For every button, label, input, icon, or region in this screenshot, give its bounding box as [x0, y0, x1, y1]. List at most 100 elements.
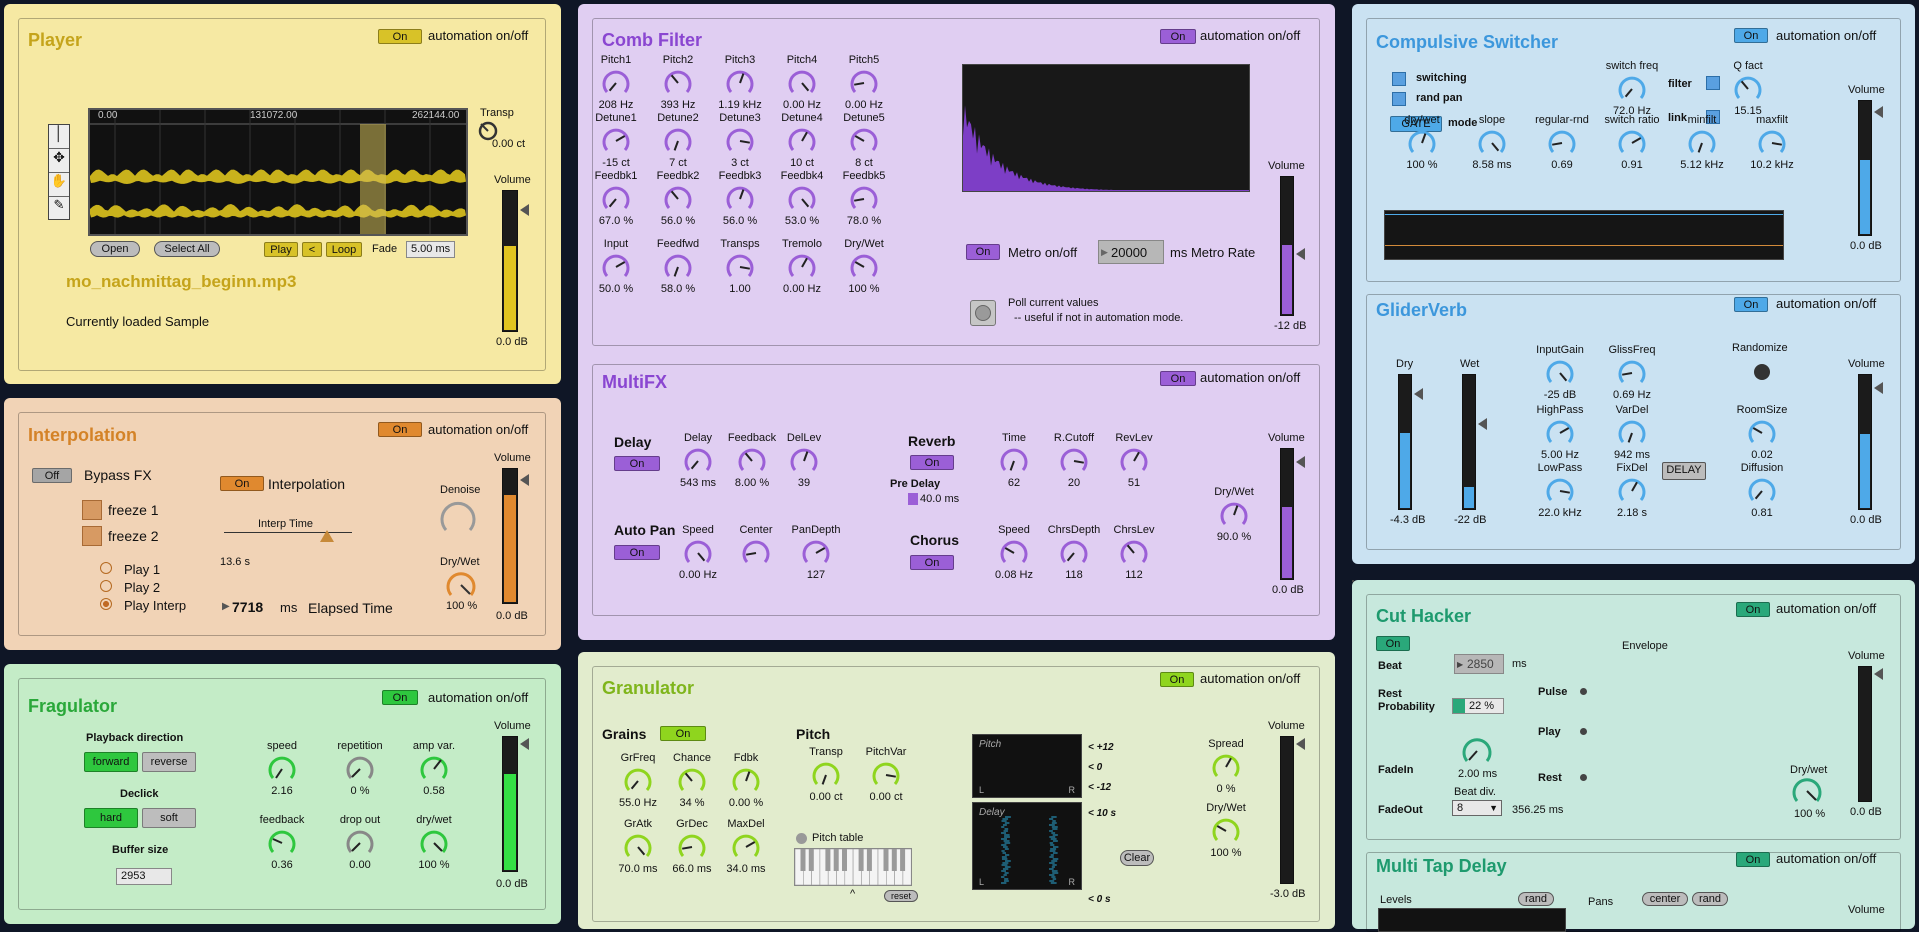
wet-slider[interactable] — [1478, 418, 1487, 430]
gran-volume-slider[interactable] — [1296, 738, 1305, 750]
multifx-knob-12[interactable]: Dry/Wet 90.0 % — [1190, 486, 1278, 544]
select-tool-icon[interactable]: │ — [49, 125, 69, 149]
knob-dial-icon[interactable] — [1219, 500, 1249, 530]
beat-input[interactable]: ▶ 2850 — [1454, 654, 1504, 674]
knob-dial-icon[interactable] — [1477, 128, 1507, 158]
feedback-knob-icon[interactable] — [267, 828, 297, 858]
multifx-volume-slider[interactable] — [1296, 456, 1305, 468]
knob-dial-icon[interactable] — [1211, 752, 1241, 782]
player-volume-meter[interactable] — [502, 190, 518, 332]
comb-knob-r2c4[interactable]: Feedbk5 78.0 % — [820, 170, 908, 228]
glider-knob-3[interactable]: VarDel 942 ms — [1588, 404, 1676, 462]
freeze1-toggle[interactable] — [82, 500, 102, 520]
levels-display[interactable] — [1378, 908, 1566, 932]
back-button[interactable]: < — [302, 242, 322, 257]
fadein-knob[interactable] — [1460, 734, 1494, 768]
play-interp-radio[interactable] — [100, 598, 112, 610]
knob-dial-icon[interactable] — [1733, 74, 1763, 104]
interpolation-toggle[interactable]: On — [220, 476, 264, 491]
dry-slider[interactable] — [1414, 388, 1423, 400]
knob-dial-icon[interactable] — [601, 252, 631, 282]
comb-automation-toggle[interactable]: On — [1160, 29, 1196, 44]
granulator-automation-toggle[interactable]: On — [1160, 672, 1194, 687]
fragulator-knob-speed[interactable]: speed 2.16 — [238, 740, 326, 798]
multifx-knob-2[interactable]: DelLev 39 — [760, 432, 848, 490]
clear-button[interactable]: Clear — [1120, 850, 1154, 866]
cuthacker-on-toggle[interactable]: On — [1376, 636, 1410, 651]
wet-meter[interactable] — [1462, 374, 1476, 510]
dry-meter[interactable] — [1398, 374, 1412, 510]
bypass-toggle[interactable]: Off — [32, 468, 72, 483]
loop-button[interactable]: Loop — [326, 242, 362, 257]
waveform-display[interactable]: 0.00 131072.00 262144.00 — [88, 108, 468, 236]
knob-dial-icon[interactable] — [1747, 418, 1777, 448]
knob-dial-icon[interactable] — [601, 68, 631, 98]
granulator-knob-2[interactable]: Fdbk 0.00 % — [702, 752, 790, 810]
knob-dial-icon[interactable] — [725, 252, 755, 282]
knob-dial-icon[interactable] — [1119, 446, 1149, 476]
knob-dial-icon[interactable] — [787, 184, 817, 214]
comb-volume-meter[interactable] — [1280, 176, 1294, 316]
multifx-volume-meter[interactable] — [1280, 448, 1294, 580]
open-button[interactable]: Open — [90, 241, 140, 257]
metro-toggle[interactable]: On — [966, 244, 1000, 260]
knob-dial-icon[interactable] — [1757, 128, 1787, 158]
knob-dial-icon[interactable] — [1059, 446, 1089, 476]
knob-dial-icon[interactable] — [999, 446, 1029, 476]
metro-rate-box[interactable]: ▶ 20000 — [1098, 240, 1164, 264]
knob-dial-icon[interactable] — [999, 538, 1029, 568]
knob-dial-icon[interactable] — [787, 126, 817, 156]
glider-volume-meter[interactable] — [1858, 374, 1872, 510]
player-volume-slider[interactable] — [520, 204, 529, 216]
fragulator-knob-feedback[interactable]: feedback 0.36 — [238, 814, 326, 872]
knob-dial-icon[interactable] — [1545, 418, 1575, 448]
multifx-knob-8[interactable]: RevLev 51 — [1090, 432, 1178, 490]
knob-dial-icon[interactable] — [787, 68, 817, 98]
reverse-button[interactable]: reverse — [142, 752, 196, 772]
knob-dial-icon[interactable] — [1059, 538, 1089, 568]
knob-dial-icon[interactable] — [1747, 476, 1777, 506]
knob-dial-icon[interactable] — [1545, 476, 1575, 506]
knob-dial-icon[interactable] — [849, 68, 879, 98]
switching-checkbox[interactable] — [1392, 72, 1406, 86]
multitap-automation-toggle[interactable]: On — [1736, 852, 1770, 867]
knob-dial-icon[interactable] — [871, 760, 901, 790]
randomize-button[interactable] — [1754, 364, 1770, 380]
knob-dial-icon[interactable] — [731, 766, 761, 796]
drop-out-knob-icon[interactable] — [345, 828, 375, 858]
glider-knob-7[interactable]: Diffusion 0.81 — [1718, 462, 1806, 520]
select-all-button[interactable]: Select All — [154, 241, 220, 257]
pencil-tool-icon[interactable]: ✎ — [49, 197, 69, 219]
comb-knob-r0c4[interactable]: Pitch5 0.00 Hz — [820, 54, 908, 112]
center-button[interactable]: center — [1642, 892, 1688, 906]
chorus-toggle[interactable]: On — [910, 555, 954, 570]
play-button[interactable]: Play — [264, 242, 298, 257]
knob-dial-icon[interactable] — [725, 126, 755, 156]
levels-rand-button[interactable]: rand — [1518, 892, 1554, 906]
fade-input[interactable]: 5.00 ms — [406, 241, 456, 258]
knob-dial-icon[interactable] — [1545, 358, 1575, 388]
gran-volume-meter[interactable] — [1280, 736, 1294, 884]
fragulator-volume-meter[interactable] — [502, 736, 518, 872]
rand-pan-checkbox[interactable] — [1392, 92, 1406, 106]
cut-volume-slider[interactable] — [1874, 668, 1883, 680]
rest-prob-input[interactable]: 22 % — [1452, 698, 1504, 714]
pre-delay-input[interactable]: 40.0 ms — [908, 493, 959, 505]
denoise-knob[interactable] — [438, 498, 478, 538]
knob-dial-icon[interactable] — [663, 184, 693, 214]
knob-dial-icon[interactable] — [801, 538, 831, 568]
knob-dial-icon[interactable] — [849, 126, 879, 156]
knob-dial-icon[interactable] — [1119, 538, 1149, 568]
switcher-knob-7[interactable]: maxfilt 10.2 kHz — [1728, 114, 1816, 172]
play1-radio[interactable] — [100, 562, 112, 574]
knob-dial-icon[interactable] — [683, 538, 713, 568]
freeze2-toggle[interactable] — [82, 526, 102, 546]
knob-dial-icon[interactable] — [811, 760, 841, 790]
fragulator-knob-dry-wet[interactable]: dry/wet 100 % — [390, 814, 478, 872]
play2-radio[interactable] — [100, 580, 112, 592]
switcher-knob-0[interactable]: switch freq 72.0 Hz — [1588, 60, 1676, 118]
knob-dial-icon[interactable] — [1617, 418, 1647, 448]
knob-dial-icon[interactable] — [789, 446, 819, 476]
knob-dial-icon[interactable] — [741, 538, 771, 568]
knob-dial-icon[interactable] — [601, 184, 631, 214]
